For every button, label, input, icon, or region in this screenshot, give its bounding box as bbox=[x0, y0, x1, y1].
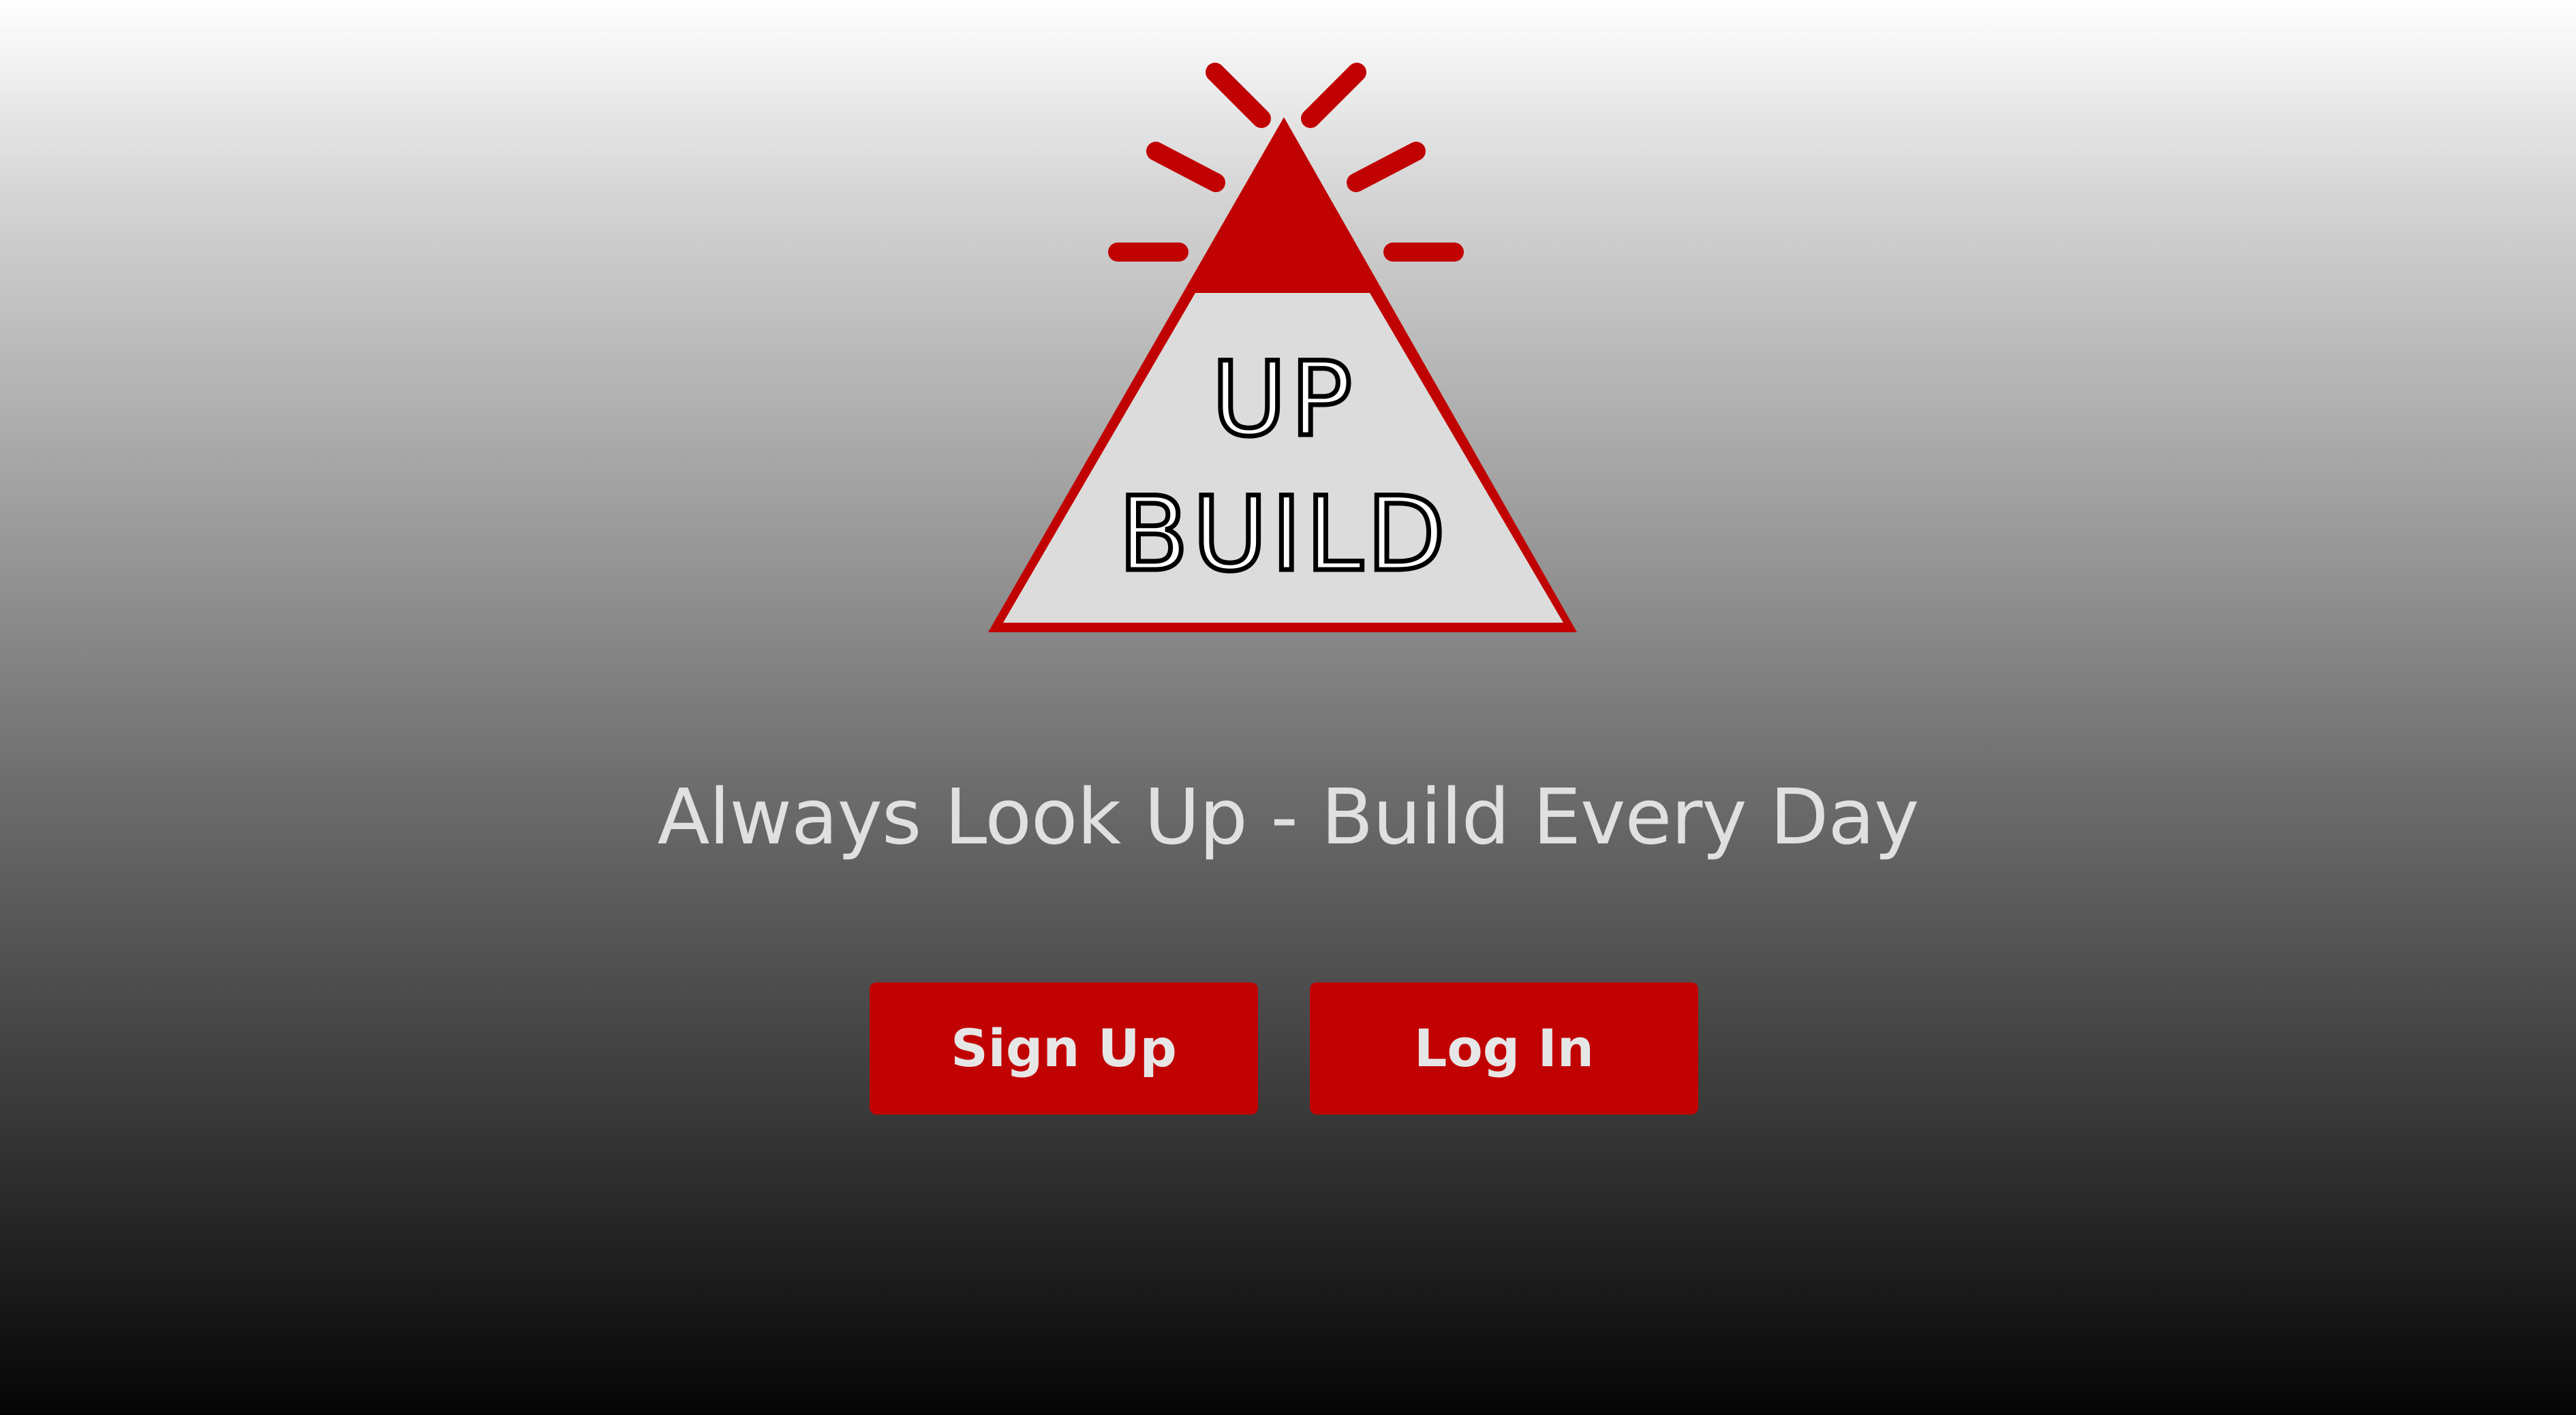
log-in-button[interactable]: Log In bbox=[1310, 982, 1698, 1115]
logo-text-build: BUILD bbox=[1118, 476, 1450, 594]
upbuild-logo: UP BUILD bbox=[988, 63, 1577, 632]
sign-up-button[interactable]: Sign Up bbox=[870, 982, 1258, 1115]
logo-text-up: UP bbox=[1212, 341, 1356, 459]
tagline: Always Look Up - Build Every Day bbox=[657, 773, 1920, 862]
